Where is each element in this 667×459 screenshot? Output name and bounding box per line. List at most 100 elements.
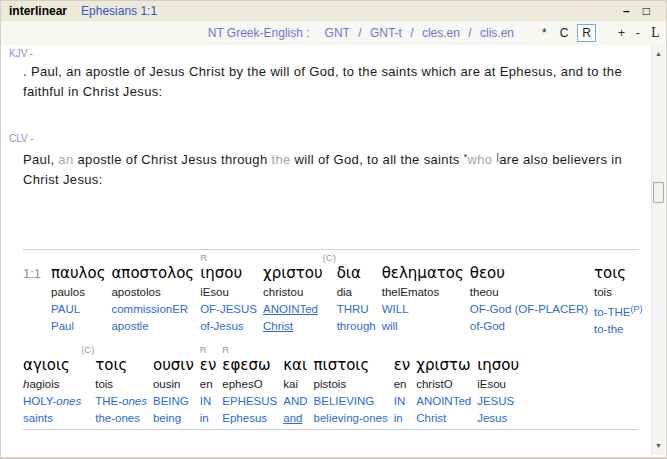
- minimize-button[interactable]: –: [623, 5, 630, 17]
- font-size-button-increase[interactable]: +: [618, 26, 625, 40]
- grammar-marker-empty: [283, 344, 307, 355]
- interlinear-word[interactable]: πιστοιςpistoisBELIEVINGbelieving-ones: [314, 344, 388, 427]
- scrollbar-thumb[interactable]: [653, 182, 664, 203]
- grammar-marker-empty: [470, 252, 588, 263]
- scroll-up-icon[interactable]: ▲: [652, 47, 665, 61]
- interlinear-word[interactable]: αγιοιςhagioisHOLY-onessaints: [23, 344, 81, 427]
- grammar-marker: R: [200, 344, 217, 355]
- transliteration: ousin: [153, 376, 194, 393]
- interlinear-word[interactable]: (C)διαdiaTHRUthrough: [337, 252, 376, 335]
- text-segment: an: [58, 152, 73, 167]
- greek-word: τοις: [594, 263, 642, 284]
- mode-button-R[interactable]: R: [577, 24, 596, 42]
- interlinear-word[interactable]: θεληματοςthelEmatosWILLwill: [382, 252, 464, 335]
- vertical-scrollbar[interactable]: ▲ ▼: [651, 45, 665, 455]
- gloss-literal: WILL: [382, 301, 464, 318]
- grammar-marker-empty: [394, 344, 411, 355]
- content-area: KJV - . Paul, an apostle of Jesus Christ …: [2, 45, 651, 455]
- grammar-marker: (C): [81, 344, 147, 355]
- version-block-kjv: KJV - . Paul, an apostle of Jesus Christ …: [2, 48, 651, 102]
- version-name[interactable]: KJV: [9, 48, 27, 59]
- grammar-marker-empty: [153, 344, 194, 355]
- gloss-idiomatic: saints: [23, 410, 81, 427]
- interlinear-word[interactable]: καιkaiANDand: [283, 344, 307, 427]
- grammar-marker-empty: [382, 252, 464, 263]
- scroll-down-icon[interactable]: ▼: [652, 439, 665, 453]
- interlinear-word[interactable]: χριστωchristOANOINTedChrist: [416, 344, 471, 427]
- gloss-literal: OF-God (OF-PLACER): [470, 301, 588, 318]
- passage-reference[interactable]: Ephesians 1:1: [81, 4, 157, 18]
- version-label-kjv[interactable]: KJV -: [9, 48, 651, 60]
- greek-word: ιησου: [477, 355, 519, 376]
- interlinear-word[interactable]: RιησουiEsouOF-JESUSof-Jesus: [200, 252, 257, 335]
- transliteration: kai: [283, 376, 307, 393]
- greek-word: πιστοις: [314, 355, 388, 376]
- grammar-marker: (C): [323, 252, 376, 263]
- gloss-idiomatic: Christ: [416, 410, 471, 427]
- toolbar-link-GNT[interactable]: GNT: [325, 26, 350, 40]
- module-links: GNT / GNT-t / cles.en / clis.en: [322, 26, 517, 40]
- transliteration: hagiois: [23, 376, 81, 393]
- greek-word: χριστου: [263, 263, 323, 284]
- gloss-idiomatic: Ephesus: [222, 410, 277, 427]
- version-label-dash: -: [27, 49, 33, 59]
- greek-word: χριστω: [416, 355, 471, 376]
- transliteration: en: [394, 376, 411, 393]
- greek-word: εν: [394, 355, 411, 376]
- gloss-idiomatic: apostle: [111, 318, 194, 335]
- gloss-idiomatic: being: [153, 410, 194, 427]
- maximize-button[interactable]: □: [643, 5, 650, 17]
- gloss-literal: HOLY-ones: [23, 393, 81, 410]
- interlinear-row-1: 1:1 παυλοςpaulosPAULPaul αποστολοςaposto…: [23, 252, 651, 338]
- separator: /: [407, 26, 417, 40]
- version-label-dash: -: [28, 134, 34, 144]
- transliteration: iEsou: [200, 284, 257, 301]
- gloss-literal: JESUS: [477, 393, 519, 410]
- gloss-idiomatic: in: [394, 410, 411, 427]
- greek-word: θεληματος: [382, 263, 464, 284]
- toolbar-link-GNT-t[interactable]: GNT-t: [370, 26, 402, 40]
- gloss-literal: ANOINTed: [263, 301, 323, 318]
- interlinear-word[interactable]: θεουtheouOF-God (OF-PLACER)of-God: [470, 252, 588, 335]
- gloss-idiomatic: Paul: [51, 318, 105, 335]
- greek-word: εν: [200, 355, 217, 376]
- interlinear-word[interactable]: αποστολοςapostoloscommissionERapostle: [111, 252, 194, 335]
- grammar-marker-empty: [594, 252, 642, 263]
- transliteration: christO: [416, 376, 471, 393]
- interlinear-word[interactable]: ιησουiEsouJESUSJesus: [477, 344, 519, 427]
- interlinear-word[interactable]: τοιςtoisto-THE(P)to-the: [594, 252, 642, 338]
- toolbar-link-cles.en[interactable]: cles.en: [422, 26, 460, 40]
- greek-word: ιησου: [200, 263, 257, 284]
- grammar-marker: R: [222, 344, 277, 355]
- transliteration: pistois: [314, 376, 388, 393]
- interlinear-word[interactable]: (C)τοιςtoisTHE-onesthe-ones: [95, 344, 147, 427]
- gloss-literal: BELIEVING: [314, 393, 388, 410]
- mode-button-C[interactable]: C: [556, 25, 573, 41]
- version-label-clv[interactable]: CLV -: [9, 133, 651, 145]
- interlinear-word[interactable]: παυλοςpaulosPAULPaul: [51, 252, 105, 335]
- font-size-button-decrease[interactable]: -: [636, 26, 640, 40]
- gloss-literal: commissionER: [111, 301, 194, 318]
- gloss-idiomatic: the-ones: [95, 410, 147, 427]
- interlinear-word[interactable]: χριστουchristouANOINTedChrist: [263, 252, 323, 335]
- interlinear-word[interactable]: ενenINin: [394, 344, 411, 427]
- interlinear-word[interactable]: RεφεσωephesOEPHESUSEphesus: [222, 344, 277, 427]
- gloss-literal: IN: [200, 393, 217, 410]
- interlinear-word[interactable]: RενenINin: [200, 344, 217, 427]
- interlinear-word[interactable]: ουσινousinBEINGbeing: [153, 344, 194, 427]
- version-name[interactable]: CLV: [9, 133, 28, 144]
- verse-ref: 1:1: [23, 252, 45, 281]
- grammar-marker-empty: [477, 344, 519, 355]
- version-block-clv: CLV -Paul, an apostle of Christ Jesus th…: [2, 133, 651, 190]
- mode-button-*[interactable]: *: [538, 25, 551, 41]
- transliteration: paulos: [51, 284, 105, 301]
- superscript-mark: (P): [630, 304, 642, 314]
- toolbar-link-clis.en[interactable]: clis.en: [480, 26, 514, 40]
- section-divider-top: [23, 249, 638, 250]
- gloss-literal: PAUL: [51, 301, 105, 318]
- font-size-button-letter[interactable]: L: [651, 26, 659, 40]
- text-segment: who: [468, 152, 497, 167]
- verse-text-kjv: . Paul, an apostle of Jesus Christ by th…: [23, 62, 639, 102]
- transliteration: christou: [263, 284, 323, 301]
- gloss-idiomatic: of-Jesus: [200, 318, 257, 335]
